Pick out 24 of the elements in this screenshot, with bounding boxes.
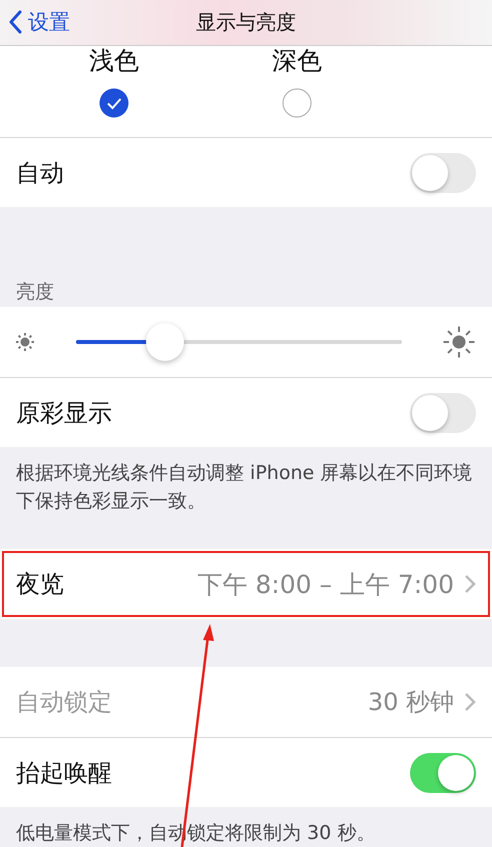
row-label: 夜览 [16, 569, 65, 600]
footer-note: 根据环境光线条件自动调整 iPhone 屏幕以在不同环境下保持色彩显示一致。 [15, 461, 474, 514]
night-shift-row[interactable]: 夜览 下午 8:00 – 上午 7:00 [0, 549, 492, 619]
row-value: 30 秒钟 [368, 687, 454, 718]
toggle-switch[interactable] [410, 392, 476, 432]
chevron-icon [464, 692, 476, 712]
appearance-option-label: 浅色 [89, 46, 139, 76]
back-icon [8, 10, 22, 34]
row-label: 抬起唤醒 [16, 758, 113, 788]
screen-title: 显示与亮度 [196, 9, 296, 36]
toggle-switch[interactable] [410, 152, 476, 192]
checkmark-radio[interactable] [99, 88, 129, 118]
chevron-icon [464, 574, 476, 594]
large-sun-icon [442, 325, 476, 359]
small-sun-icon [14, 331, 36, 353]
back-button[interactable]: 设置 [4, 4, 74, 40]
row-label: 原彩显示 [16, 398, 113, 428]
section-header: 亮度 [15, 280, 55, 305]
row-label: 自动锁定 [16, 687, 113, 718]
empty-radio[interactable] [282, 88, 312, 118]
row-value: 下午 8:00 – 上午 7:00 [197, 568, 454, 600]
appearance-option-label: 深色 [272, 46, 322, 76]
row-label: 自动 [16, 158, 65, 188]
toggle-switch[interactable] [410, 752, 476, 792]
